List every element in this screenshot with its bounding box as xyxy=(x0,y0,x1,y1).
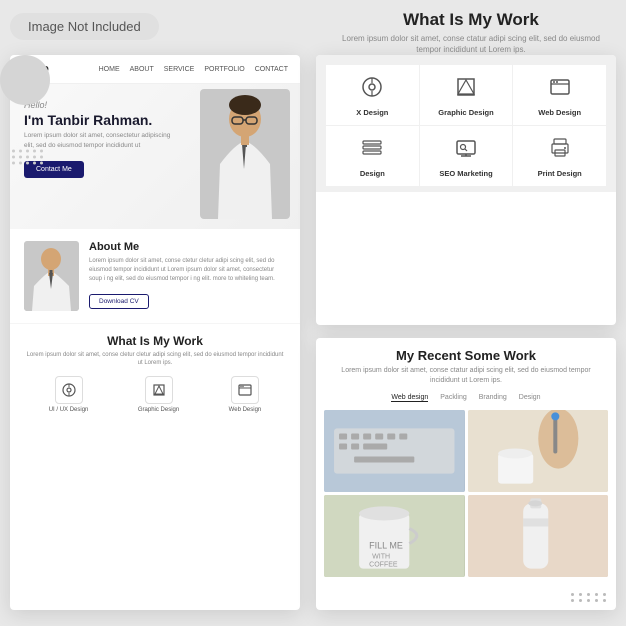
work-thumb-1 xyxy=(324,410,465,492)
x-design-label: X Design xyxy=(332,108,413,117)
web-design-label: Web Design xyxy=(519,108,600,117)
seo-icon xyxy=(454,136,478,160)
service-seo: SEO Marketing xyxy=(420,126,513,186)
hero-person-image xyxy=(200,89,290,219)
work-tabs: Web design Packling Branding Design xyxy=(316,394,616,410)
tab-branding[interactable]: Branding xyxy=(479,394,507,402)
svg-text:FILL ME: FILL ME xyxy=(369,540,403,550)
tab-packling[interactable]: Packling xyxy=(440,394,466,402)
service-icons-row: UI / UX Design Graphic Design xyxy=(24,376,286,417)
navbar: Logo HOME ABOUT SERVICE PORTFOLIO CONTAC… xyxy=(10,55,300,84)
nav-portfolio[interactable]: PORTFOLIO xyxy=(204,66,244,73)
decorative-circle xyxy=(0,55,50,105)
about-title: About Me xyxy=(89,241,286,253)
not-included-label: Image Not Included xyxy=(10,13,159,40)
work-thumb-4 xyxy=(468,495,609,577)
work-thumb-3: FILL ME WITH COFFEE xyxy=(324,495,465,577)
design-icon xyxy=(360,136,384,160)
person-silhouette xyxy=(200,89,290,219)
about-person-svg xyxy=(24,241,79,311)
hero-name: I'm Tanbir Rahman. xyxy=(24,112,179,129)
download-cv-button[interactable]: Download CV xyxy=(89,294,149,309)
ui-ux-label: UI / UX Design xyxy=(49,407,89,413)
service-print: Print Design xyxy=(513,126,606,186)
about-photo xyxy=(24,241,79,311)
hero-text: Hello! I'm Tanbir Rahman. Lorem ipsum do… xyxy=(24,100,179,178)
tab-web-design[interactable]: Web design xyxy=(391,394,428,402)
service-graphic: Graphic Design xyxy=(138,376,179,413)
service-ui-ux: UI / UX Design xyxy=(49,376,89,413)
graphic-design-icon xyxy=(454,75,478,99)
recent-work-header: My Recent Some Work Lorem ipsum dolor si… xyxy=(316,338,616,394)
nav-contact[interactable]: CONTACT xyxy=(255,66,288,73)
hero-section: Hello! I'm Tanbir Rahman. Lorem ipsum do… xyxy=(10,84,300,229)
seo-label: SEO Marketing xyxy=(426,169,507,178)
dots-decoration-left xyxy=(12,149,44,164)
svg-text:WITH: WITH xyxy=(372,553,390,560)
svg-text:COFFEE: COFFEE xyxy=(369,561,398,568)
right-main-title: What Is My Work xyxy=(336,10,606,30)
dots-decoration-right xyxy=(571,593,608,602)
about-section: About Me Lorem ipsum dolor sit amet, con… xyxy=(10,229,300,324)
design-label: Design xyxy=(332,169,413,178)
ui-ux-icon xyxy=(55,376,83,404)
work-description: Lorem ipsum dolor sit amet, conse cletur… xyxy=(24,351,286,368)
work-section: What Is My Work Lorem ipsum dolor sit am… xyxy=(10,324,300,423)
graphic-design-label: Graphic Design xyxy=(426,108,507,117)
left-portfolio-card: Logo HOME ABOUT SERVICE PORTFOLIO CONTAC… xyxy=(10,55,300,610)
services-grid: X Design Graphic Design Web Design xyxy=(316,55,616,192)
right-services-panel: X Design Graphic Design Web Design xyxy=(316,55,616,325)
nav-links: HOME ABOUT SERVICE PORTFOLIO CONTACT xyxy=(99,66,288,73)
graphic-label: Graphic Design xyxy=(138,407,179,413)
recent-work-description: Lorem ipsum dolor sit amet, conse ctatur… xyxy=(330,366,602,386)
hero-description: Lorem ipsum dolor sit amet, consectetur … xyxy=(24,131,179,151)
nav-about[interactable]: ABOUT xyxy=(130,66,154,73)
about-text: About Me Lorem ipsum dolor sit amet, con… xyxy=(89,241,286,311)
service-graphic-design: Graphic Design xyxy=(420,65,513,125)
service-web: Web Design xyxy=(229,376,262,413)
graphic-icon xyxy=(145,376,173,404)
right-work-panel: My Recent Some Work Lorem ipsum dolor si… xyxy=(316,338,616,610)
nav-service[interactable]: SERVICE xyxy=(164,66,195,73)
web-icon xyxy=(231,376,259,404)
web-design-icon xyxy=(548,75,572,99)
print-icon xyxy=(548,136,572,160)
print-label: Print Design xyxy=(519,169,600,178)
right-main-description: Lorem ipsum dolor sit amet, conse ctatur… xyxy=(336,33,606,55)
service-web-design: Web Design xyxy=(513,65,606,125)
nav-home[interactable]: HOME xyxy=(99,66,120,73)
x-design-icon xyxy=(360,75,384,99)
service-x-design: X Design xyxy=(326,65,419,125)
service-design: Design xyxy=(326,126,419,186)
recent-work-title: My Recent Some Work xyxy=(330,348,602,363)
work-thumbnails-grid: FILL ME WITH COFFEE xyxy=(316,410,616,585)
web-label: Web Design xyxy=(229,407,262,413)
about-description: Lorem ipsum dolor sit amet, conse ctetur… xyxy=(89,257,286,284)
right-title-area: What Is My Work Lorem ipsum dolor sit am… xyxy=(316,0,626,61)
work-thumb-2 xyxy=(468,410,609,492)
hero-greeting: Hello! xyxy=(24,100,179,110)
tab-design[interactable]: Design xyxy=(519,394,541,402)
work-title: What Is My Work xyxy=(24,334,286,348)
